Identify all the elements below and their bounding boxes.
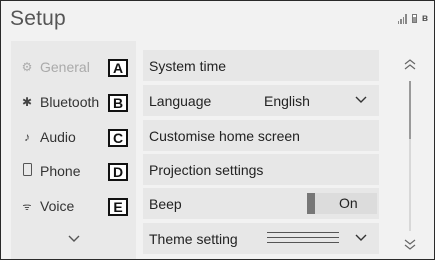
setting-theme[interactable]: Theme setting [143,223,379,254]
chevron-down-icon [355,96,367,103]
chevron-down-icon[interactable] [66,231,82,247]
callout-letter: A [108,59,128,77]
setting-language[interactable]: Language English [143,85,379,116]
sidebar-item-general[interactable]: ⚙ General A [11,50,136,84]
scrollbar[interactable] [397,51,423,259]
setting-label: Projection settings [149,161,264,178]
setting-label: Theme setting [149,230,238,247]
setting-label: Language [149,92,212,109]
setting-system-time[interactable]: System time [143,50,379,81]
settings-sidebar: ⚙ General A ✱ Bluetooth B ♪ Audio C Phon… [11,41,136,259]
callout-letter: C [108,129,128,147]
battery-icon [411,14,417,23]
signal-bars-icon [397,13,407,24]
scroll-up-icon[interactable] [402,57,418,73]
sidebar-item-label: General [40,59,90,75]
header-bar: Setup ʙ [1,1,434,37]
toggle-knob [307,193,315,214]
bluetooth-status-icon: ʙ [421,13,428,24]
sidebar-item-phone[interactable]: Phone D [11,154,136,188]
sidebar-item-label: Voice [40,198,75,214]
music-note-icon: ♪ [24,130,30,144]
sidebar-item-label: Audio [40,129,76,145]
page-title: Setup [10,7,66,30]
setting-projection-settings[interactable]: Projection settings [143,154,379,185]
chevron-down-icon [355,234,367,241]
setup-screen: Setup ʙ ⚙ General A ✱ Bluetooth B ♪ Audi… [0,0,435,260]
sidebar-item-bluetooth[interactable]: ✱ Bluetooth B [11,85,136,119]
status-bar: ʙ [397,13,428,24]
sidebar-item-label: Phone [40,163,81,179]
callout-letter: B [108,94,128,112]
beep-toggle[interactable]: On [307,193,377,214]
callout-letter: E [108,198,128,216]
gear-icon: ⚙ [21,60,33,74]
theme-preview-icon [267,232,339,246]
language-value: English [264,92,310,109]
setting-beep[interactable]: Beep On [143,188,379,219]
setting-customise-home-screen[interactable]: Customise home screen [143,120,379,151]
phone-icon [19,163,35,179]
scroll-down-icon[interactable] [402,236,418,252]
sidebar-item-label: Bluetooth [40,94,100,110]
toggle-value: On [339,195,358,211]
setting-label: System time [149,57,227,74]
callout-letter: D [108,163,128,181]
sidebar-item-voice[interactable]: ᯤ Voice E [11,189,136,223]
voice-icon: ᯤ [22,202,32,213]
sidebar-item-audio[interactable]: ♪ Audio C [11,120,136,154]
setting-label: Beep [149,195,182,212]
scroll-thumb[interactable] [409,81,411,139]
setting-label: Customise home screen [149,127,300,144]
bluetooth-icon: ✱ [21,95,33,109]
scroll-track[interactable] [409,81,411,231]
